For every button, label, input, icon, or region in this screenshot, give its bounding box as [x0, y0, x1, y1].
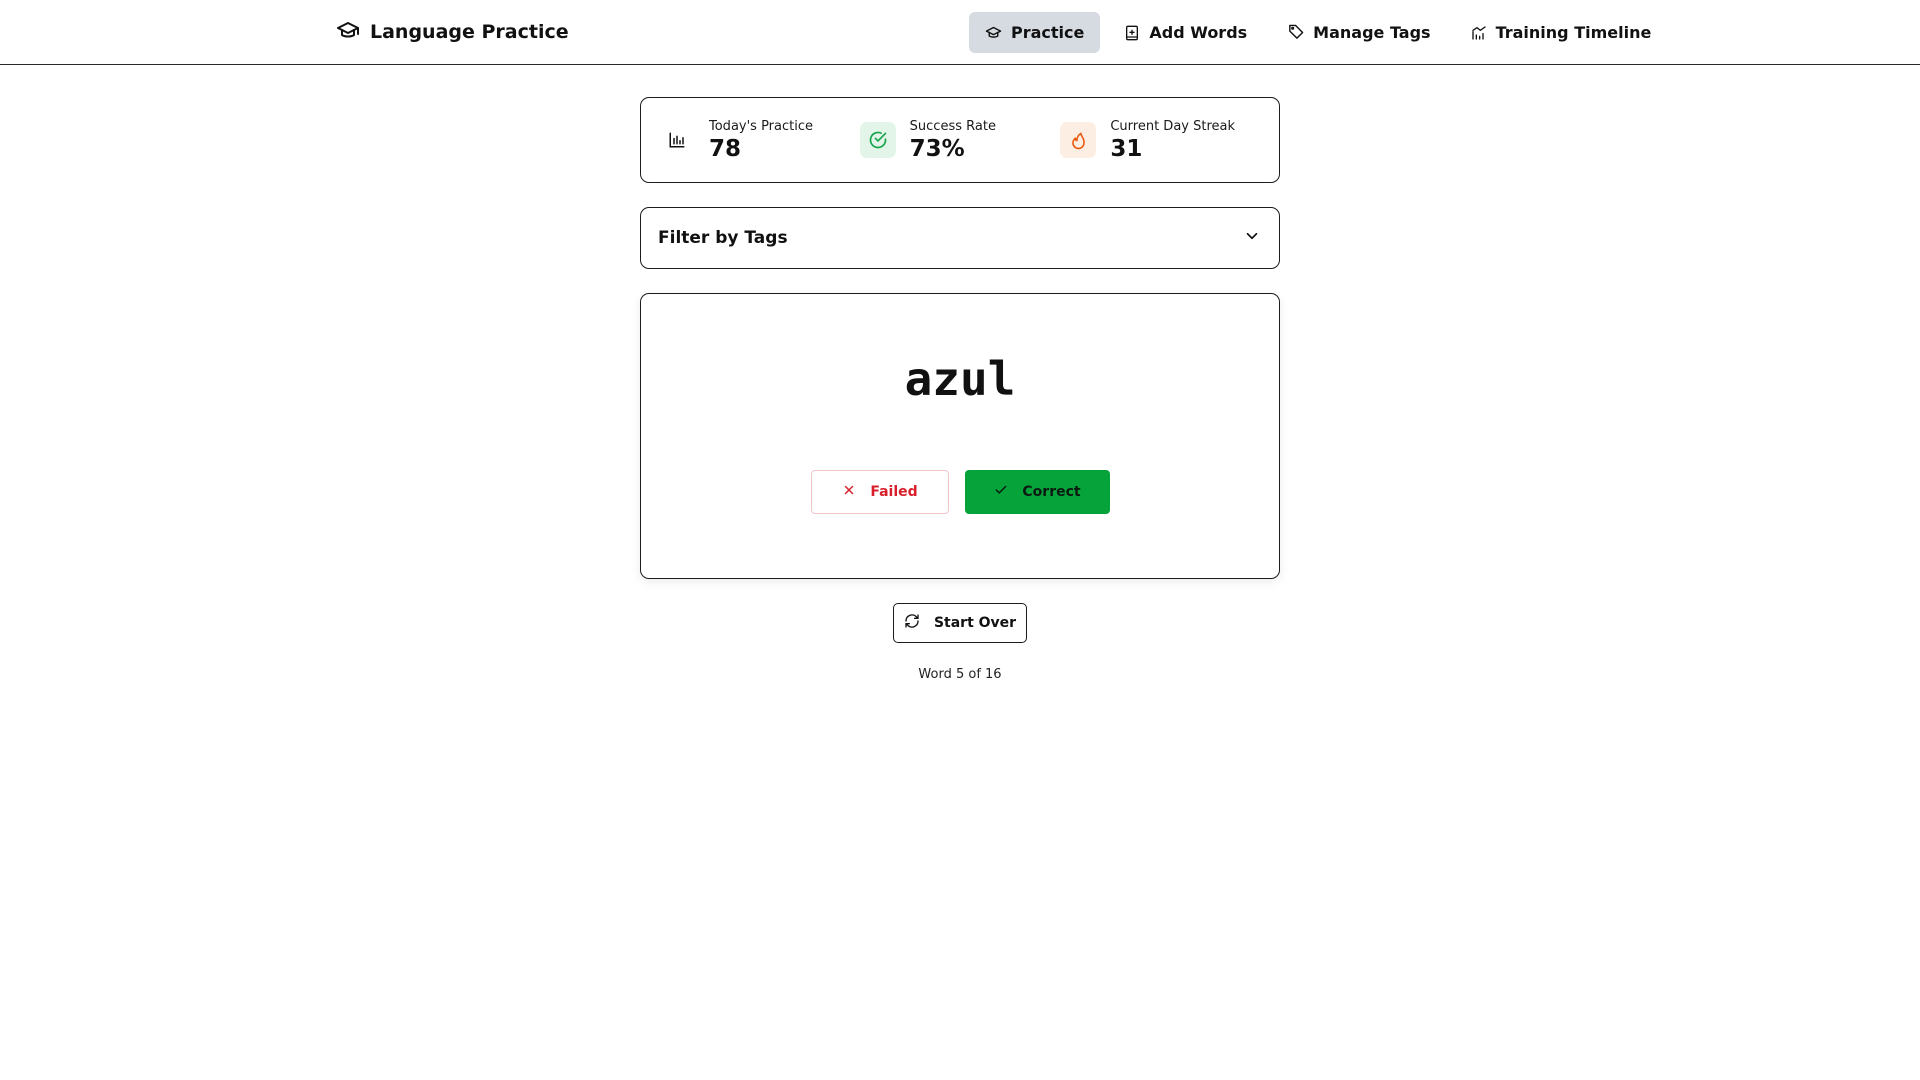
stat-label: Today's Practice: [709, 118, 813, 134]
nav-manage-tags-label: Manage Tags: [1313, 23, 1431, 42]
correct-button[interactable]: Correct: [965, 470, 1110, 514]
nav-add-words[interactable]: Add Words: [1108, 12, 1263, 53]
stat-value: 73%: [909, 135, 965, 162]
stat-label: Current Day Streak: [1110, 118, 1236, 134]
stats-card: Today's Practice 78 Success Rate 73% Cur…: [640, 97, 1280, 183]
flashcard: azul Failed Correct: [640, 293, 1280, 579]
app-title: Language Practice: [370, 21, 569, 43]
nav-practice[interactable]: Practice: [969, 12, 1101, 53]
nav-training-timeline-label: Training Timeline: [1495, 23, 1652, 42]
flashcard-word: azul: [904, 352, 1016, 406]
stat-value: 78: [709, 135, 742, 162]
check-circle-icon: [859, 122, 896, 158]
stat-success-rate: Success Rate 73%: [859, 118, 1061, 163]
nav-add-words-label: Add Words: [1149, 23, 1248, 42]
nav-training-timeline[interactable]: Training Timeline: [1455, 12, 1668, 53]
book-plus-icon: [1124, 25, 1140, 41]
chevron-down-icon[interactable]: [1243, 227, 1261, 249]
failed-button[interactable]: Failed: [811, 470, 949, 514]
nav-manage-tags[interactable]: Manage Tags: [1271, 12, 1446, 53]
nav-practice-label: Practice: [1011, 23, 1085, 42]
start-over-label: Start Over: [933, 615, 1017, 631]
start-over-button[interactable]: Start Over: [893, 603, 1027, 643]
graduation-cap-icon: [336, 18, 360, 46]
check-icon: [994, 483, 1008, 501]
graduation-cap-icon: [985, 24, 1002, 41]
stat-day-streak: Current Day Streak 31: [1060, 118, 1261, 163]
top-navbar: Language Practice Practice Add Words Man…: [0, 0, 1920, 65]
filter-by-tags-dropdown[interactable]: Filter by Tags: [640, 207, 1280, 269]
stat-label: Success Rate: [909, 118, 996, 134]
word-progress-text: Word 5 of 16: [918, 667, 1002, 682]
stat-todays-practice: Today's Practice 78: [659, 118, 860, 163]
correct-label: Correct: [1022, 484, 1081, 500]
flame-icon: [1060, 122, 1097, 158]
brand[interactable]: Language Practice: [336, 18, 569, 46]
close-icon: [842, 483, 856, 501]
filter-title: Filter by Tags: [658, 228, 788, 248]
stat-value: 31: [1110, 135, 1143, 162]
main-nav: Practice Add Words Manage Tags Training …: [969, 12, 1667, 53]
failed-label: Failed: [870, 484, 918, 500]
refresh-icon: [904, 613, 920, 633]
chart-line-icon: [1471, 25, 1487, 41]
bar-chart-icon: [659, 122, 695, 158]
tag-icon: [1287, 24, 1304, 41]
